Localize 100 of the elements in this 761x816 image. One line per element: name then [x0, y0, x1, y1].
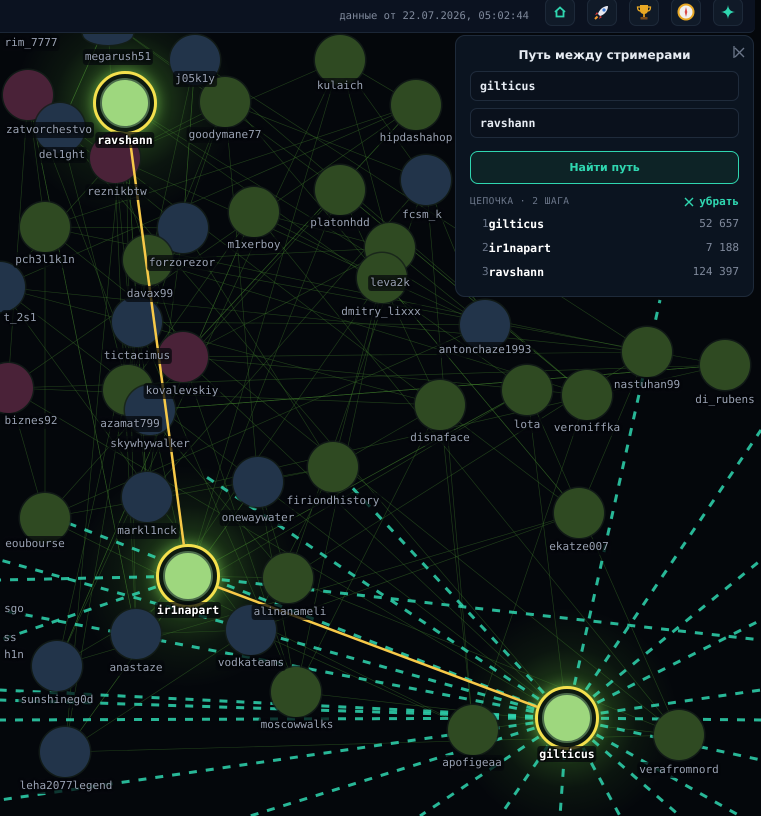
rocket-button[interactable]	[587, 0, 617, 26]
data-timestamp: данные от 22.07.2026, 05:02:44	[339, 10, 529, 22]
graph-node[interactable]	[622, 327, 672, 377]
node-label: ir1napart	[154, 602, 222, 618]
graph-node[interactable]	[562, 370, 612, 420]
graph-node[interactable]	[502, 365, 552, 415]
node-label: tictacimus	[102, 348, 172, 364]
step-name: gilticus	[488, 216, 544, 230]
node-label: leha2077legend	[18, 778, 114, 794]
step-number: 1	[482, 217, 489, 230]
graph-node[interactable]	[40, 727, 90, 777]
node-label: onewaywater	[220, 510, 296, 526]
node-label: j05k1y	[173, 71, 217, 87]
step-number: 3	[482, 265, 489, 278]
node-label: m1xerboy	[226, 237, 282, 253]
rocket-icon	[593, 3, 611, 21]
photo-placeholder	[542, 693, 592, 743]
node-label: t_2s1	[1, 310, 39, 326]
step-count: 124 397	[692, 265, 739, 278]
graph-node[interactable]	[83, 34, 133, 45]
graph-node[interactable]	[158, 203, 208, 253]
graph-node[interactable]	[700, 340, 750, 390]
path-step-row[interactable]: 2ir1napart 7 188	[470, 239, 739, 256]
node-label: pch3l1k1n	[13, 252, 77, 268]
sparkle-button[interactable]	[713, 0, 743, 26]
node-label: kovalevskiy	[144, 383, 220, 399]
clear-button[interactable]: убрать	[684, 195, 739, 208]
node-label: sunshineg0d	[18, 692, 96, 708]
graph-node[interactable]	[271, 667, 321, 717]
node-label: di_rubens	[693, 392, 757, 408]
graph-node[interactable]	[112, 297, 162, 347]
graph-node[interactable]	[401, 155, 451, 205]
node-label: azamat799	[98, 416, 162, 432]
photo-placeholder	[163, 551, 213, 601]
graph-node[interactable]	[391, 80, 441, 130]
find-path-button[interactable]: Найти путь	[470, 151, 739, 184]
home-icon	[553, 5, 567, 19]
node-label: goodymane77	[186, 127, 264, 143]
graph-node[interactable]	[315, 165, 365, 215]
trophy-icon	[635, 3, 653, 21]
node-label: anastaze	[108, 660, 164, 676]
node-label: gilticus	[537, 746, 597, 762]
node-label: alinanameli	[252, 604, 328, 620]
node-label: forzorezor	[146, 255, 218, 271]
node-label: markl1nck	[115, 523, 179, 539]
graph-node[interactable]	[20, 202, 70, 252]
sparkle-icon	[720, 4, 736, 20]
node-label: vodkateams	[216, 655, 286, 671]
graph-node[interactable]	[415, 380, 465, 430]
photo-placeholder	[100, 78, 150, 128]
compass-icon	[677, 3, 695, 21]
streamer-input[interactable]: ravshann	[470, 108, 739, 138]
graph-node[interactable]	[233, 457, 283, 507]
graph-node[interactable]	[3, 70, 53, 120]
panel-title: Путь между стримерами	[518, 48, 691, 64]
close-icon	[733, 45, 745, 59]
node-label: megarush51	[82, 49, 154, 65]
graph-node[interactable]	[93, 71, 157, 135]
node-label: biznes92	[2, 413, 60, 429]
graph-node[interactable]	[122, 472, 172, 522]
chain-label: ЦЕПОЧКА · 2 ШАГА	[470, 196, 570, 207]
node-label: apofigeaa	[440, 755, 504, 771]
graph-node[interactable]	[448, 705, 498, 755]
step-name: ravshann	[488, 264, 544, 278]
node-label: ekatze007	[547, 539, 611, 555]
node-label: hipdashahop	[378, 130, 454, 146]
node-label: antonchaze1993	[436, 342, 534, 358]
node-label: veroniffka	[552, 420, 622, 436]
graph-node[interactable]	[654, 710, 704, 760]
node-label: dmitry_lixxx	[339, 304, 423, 320]
step-number: 2	[482, 241, 489, 254]
node-label: reznikbtw	[85, 184, 149, 200]
node-label: ravshann	[95, 132, 155, 148]
node-label: platonhdd	[308, 215, 372, 231]
graph-node[interactable]	[554, 488, 604, 538]
node-label: firiondhistory	[284, 493, 382, 509]
node-label: lota	[512, 417, 542, 433]
node-label: fcsm_k	[400, 207, 444, 223]
trophy-button[interactable]	[629, 0, 659, 26]
node-label: disnaface	[408, 430, 472, 446]
graph-node[interactable]	[263, 553, 313, 603]
step-count: 52 657	[699, 217, 739, 230]
step-name: ir1napart	[488, 240, 551, 254]
node-label: nastuhan99	[612, 377, 682, 393]
node-label: davax99	[124, 286, 176, 302]
graph-node[interactable]	[32, 641, 82, 691]
step-count: 7 188	[706, 241, 739, 254]
node-label: skywhywalker	[108, 436, 192, 452]
graph-node[interactable]	[229, 187, 279, 237]
node-label: leva2k	[368, 275, 412, 291]
compass-button[interactable]	[671, 0, 701, 26]
streamer-input[interactable]: gilticus	[470, 71, 739, 101]
close-button[interactable]	[733, 45, 745, 59]
node-label: del1ght	[36, 147, 88, 163]
graph-node[interactable]	[308, 442, 358, 492]
node-label: verafromnord	[637, 762, 721, 778]
close-icon	[684, 196, 694, 206]
path-step-row[interactable]: 3ravshann 124 397	[470, 263, 739, 280]
home-button[interactable]	[545, 0, 575, 26]
path-step-row[interactable]: 1gilticus 52 657	[470, 215, 739, 232]
